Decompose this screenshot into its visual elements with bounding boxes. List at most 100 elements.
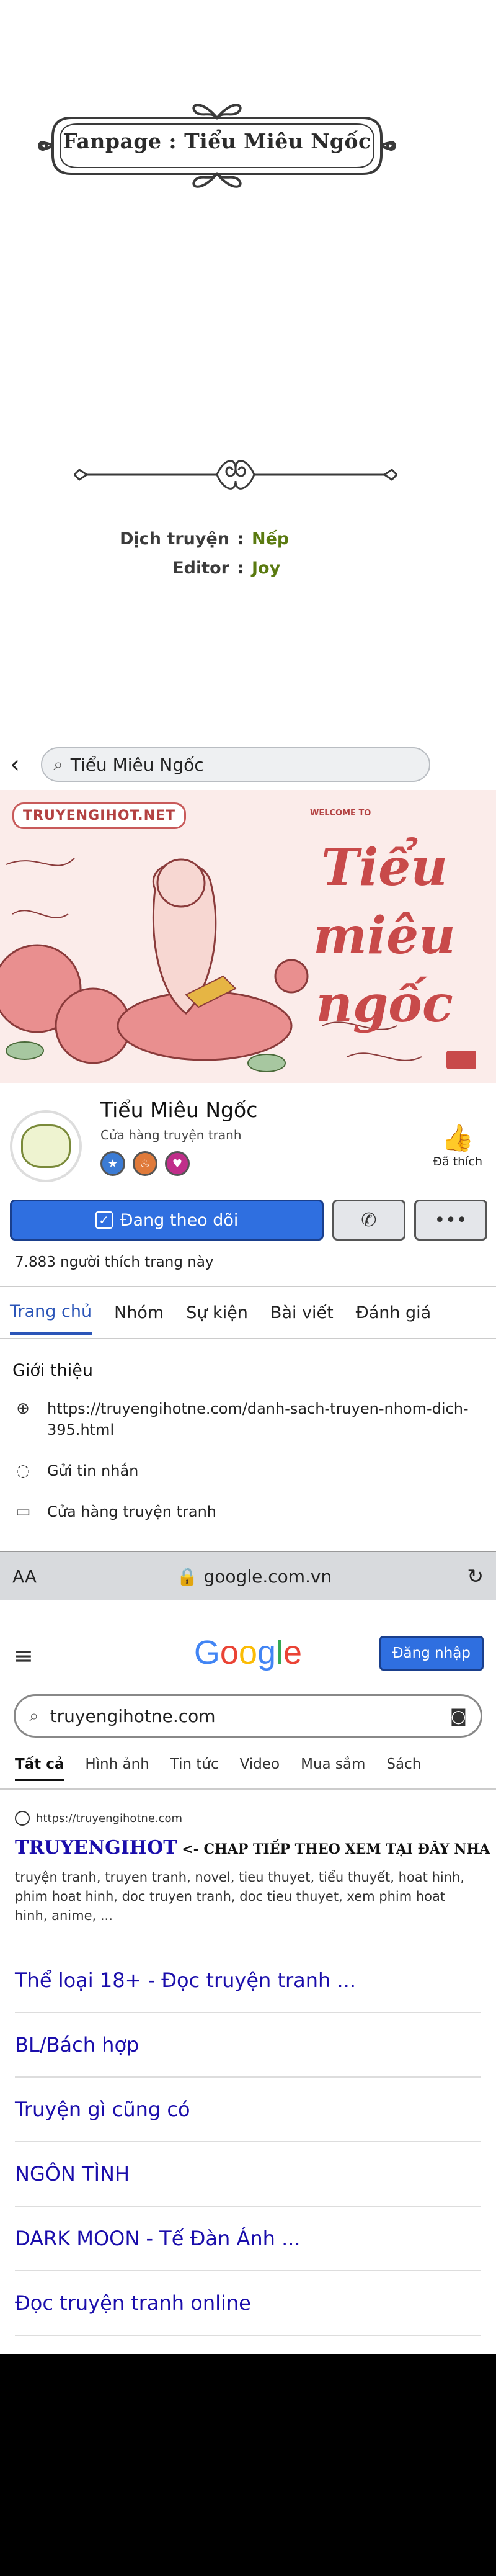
result-description: truyện tranh, truyen tranh, novel, tieu … [15, 1870, 465, 1923]
sitelink[interactable]: Truyện gì cũng có [15, 2078, 481, 2142]
cover-title-line: miêu [313, 906, 456, 966]
cover-stamp [446, 1051, 476, 1069]
page-header: Tiểu Miêu Ngốc Cửa hàng truyện tranh ★ ♨… [0, 1085, 496, 1209]
flame-badge-icon[interactable]: ♨ [133, 1151, 157, 1176]
more-icon: ••• [434, 1209, 467, 1231]
cover-title-line: ngốc [316, 974, 453, 1034]
tab-books[interactable]: Sách [386, 1756, 421, 1781]
shop-row[interactable]: ▭ Cửa hàng truyện tranh [12, 1501, 216, 1522]
cover-photo: TRUYENGIHOT.NET WELCOME TO Tiểu miêu ngố… [0, 790, 496, 1083]
facebook-top-bar: ‹ ⌕ Tiểu Miêu Ngốc [0, 740, 496, 789]
badge-row: ★ ♨ ♥ [100, 1151, 190, 1176]
liked-label: Đã thích [433, 1155, 482, 1169]
google-logo-letter: l [276, 1634, 284, 1671]
result-title-rest: <- CHAP TIẾP THEO XEM TẠI ĐÂY NHA [177, 1841, 490, 1857]
lock-icon: 🔒 [176, 1566, 198, 1587]
tab-groups[interactable]: Nhóm [114, 1292, 164, 1334]
more-button[interactable]: ••• [414, 1200, 487, 1241]
text-size-button[interactable]: AA [12, 1566, 62, 1587]
likes-count: 7.883 người thích trang này [15, 1254, 214, 1270]
sitelink[interactable]: Thể loại 18+ - Đọc truyện tranh ... [15, 1949, 481, 2013]
intro-link-row[interactable]: ⊕ https://truyengihotne.com/danh-sach-tr… [12, 1398, 481, 1440]
result-title-main: TRUYENGIHOT [15, 1837, 177, 1859]
intro-heading: Giới thiệu [12, 1361, 93, 1380]
cat-avatar-icon [21, 1124, 71, 1168]
camera-icon[interactable]: ◙ [450, 1706, 467, 1726]
tab-all[interactable]: Tất cả [15, 1756, 64, 1781]
send-message-label: Gửi tin nhắn [47, 1462, 139, 1479]
facebook-search-field[interactable]: ⌕ Tiểu Miêu Ngốc [41, 747, 430, 782]
messenger-button[interactable]: ✆ [332, 1200, 405, 1241]
following-button[interactable]: ✓ Đang theo dõi [10, 1200, 324, 1241]
shop-label: Cửa hàng truyện tranh [47, 1503, 216, 1520]
google-logo-letter: G [193, 1634, 220, 1671]
bottom-black-bar [0, 2354, 496, 2576]
google-logo-letter: g [257, 1634, 277, 1671]
send-message-row[interactable]: ◌ Gửi tin nhắn [12, 1460, 139, 1481]
fanpage-label: Fanpage : Tiểu Miêu Ngốc [63, 129, 371, 153]
google-search-screenshot: ≡ Google Đăng nhập ⌕ truyengihotne.com ◙… [0, 1613, 496, 2358]
url-domain-text: google.com.vn [203, 1566, 332, 1587]
tab-news[interactable]: Tin tức [170, 1756, 219, 1781]
result-url-text: https://truyengihotne.com [36, 1811, 183, 1825]
google-logo-letter: e [283, 1634, 303, 1671]
facebook-search-text: Tiểu Miêu Ngốc [70, 754, 204, 775]
check-icon: ✓ [95, 1211, 113, 1229]
shop-icon: ▭ [15, 1502, 31, 1521]
divider [0, 1788, 496, 1790]
credit-row-editor: Editor : Joy [87, 554, 289, 583]
sitelink[interactable]: Đọc truyện tranh online [15, 2271, 481, 2336]
tab-events[interactable]: Sự kiện [186, 1292, 248, 1334]
cover-site-tag: TRUYENGIHOT.NET [12, 802, 187, 829]
google-tabs: Tất cả Hình ảnh Tin tức Video Mua sắm Sá… [15, 1756, 421, 1781]
credit-separator: : [237, 529, 244, 549]
ornamental-divider [74, 460, 397, 490]
search-icon: ⌕ [53, 754, 63, 774]
tab-reviews[interactable]: Đánh giá [356, 1292, 431, 1334]
star-badge-icon[interactable]: ★ [100, 1151, 125, 1176]
sitelink[interactable]: BL/Bách hợp [15, 2013, 481, 2078]
fanpage-banner: Fanpage : Tiểu Miêu Ngốc [34, 93, 400, 199]
search-icon: ⌕ [29, 1705, 39, 1726]
sitelink[interactable]: NGÔN TÌNH [15, 2142, 481, 2207]
page-category: Cửa hàng truyện tranh [100, 1128, 242, 1142]
sitelinks: Thể loại 18+ - Đọc truyện tranh ... BL/B… [15, 1949, 481, 2336]
credit-row-translator: Dịch truyện : Nếp [87, 524, 289, 554]
tab-video[interactable]: Video [240, 1756, 280, 1781]
google-logo-letter: o [219, 1634, 239, 1671]
cover-welcome-text: WELCOME TO [310, 809, 371, 818]
credit-key: Dịch truyện [120, 529, 229, 549]
page-actions: ✓ Đang theo dõi ✆ ••• [10, 1200, 487, 1241]
credit-value: Nếp [252, 529, 290, 549]
google-logo-letters: Google [194, 1634, 302, 1671]
url-domain: 🔒 google.com.vn [62, 1566, 446, 1587]
tab-shopping[interactable]: Mua sắm [301, 1756, 365, 1781]
messenger-icon: ✆ [361, 1209, 377, 1231]
facebook-page-screenshot: ‹ ⌕ Tiểu Miêu Ngốc TRUYENGIHOT.NET WELCO… [0, 740, 496, 1616]
site-favicon-icon [15, 1811, 30, 1826]
result-url[interactable]: https://truyengihotne.com [15, 1811, 182, 1826]
cover-title: Tiểu miêu ngốc [285, 833, 484, 1038]
tab-home[interactable]: Trang chủ [10, 1291, 92, 1335]
heart-badge-icon[interactable]: ♥ [165, 1151, 190, 1176]
intro-link[interactable]: https://truyengihotne.com/danh-sach-truy… [47, 1398, 481, 1440]
sitelink[interactable]: DARK MOON - Tế Đàn Ánh ... [15, 2207, 481, 2271]
sign-in-button[interactable]: Đăng nhập [379, 1636, 484, 1671]
tab-posts[interactable]: Bài viết [270, 1292, 334, 1334]
credit-key: Editor [172, 559, 229, 578]
reload-icon[interactable]: ↻ [446, 1564, 484, 1588]
result-title-link[interactable]: TRUYENGIHOT <- CHAP TIẾP THEO XEM TẠI ĐÂ… [15, 1837, 490, 1859]
google-logo-letter: o [238, 1634, 257, 1671]
credit-separator: : [237, 559, 244, 578]
google-header: ≡ Google Đăng nhập [0, 1620, 496, 1679]
liked-button[interactable]: 👍 Đã thích [433, 1123, 482, 1169]
browser-url-bar[interactable]: AA 🔒 google.com.vn ↻ [0, 1551, 496, 1600]
page-title: Tiểu Miêu Ngốc [100, 1098, 258, 1122]
tab-images[interactable]: Hình ảnh [85, 1756, 149, 1781]
translation-credits: Dịch truyện : Nếp Editor : Joy [87, 524, 289, 583]
credit-value: Joy [252, 559, 281, 578]
chevron-left-icon[interactable]: ‹ [10, 750, 41, 779]
following-label: Đang theo dõi [120, 1210, 239, 1230]
avatar[interactable] [10, 1110, 82, 1182]
google-search-input[interactable]: ⌕ truyengihotne.com ◙ [14, 1694, 482, 1738]
